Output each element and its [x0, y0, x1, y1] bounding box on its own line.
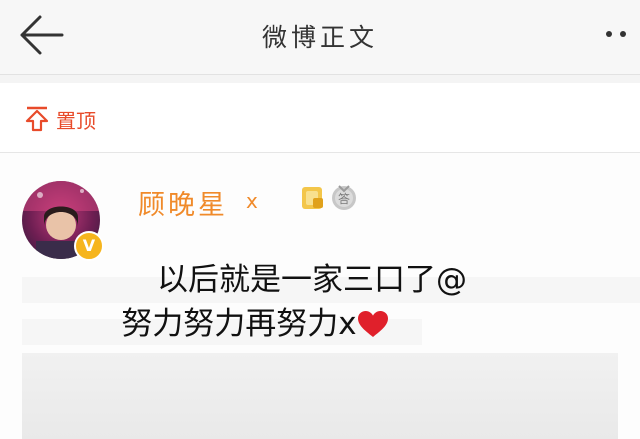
pin-top-icon: [25, 106, 49, 132]
level-badge-icon: [302, 187, 323, 209]
blurred-media: [22, 353, 618, 439]
more-dots-icon: [606, 31, 626, 37]
heart-icon: [357, 311, 388, 337]
member-badge-text: 答: [338, 191, 350, 206]
caption-line-2-text: 努力努力再努力x: [121, 306, 357, 342]
pinned-row: 置顶: [0, 84, 640, 153]
post-card: V 顾晚星 x 答 以后就是一家三口了@ 努力努力再努力x: [0, 153, 640, 439]
top-nav-bar: 微博正文: [0, 0, 640, 75]
member-badge-icon: 答: [332, 185, 356, 210]
username[interactable]: 顾晚星: [138, 183, 228, 222]
username-suffix: x: [246, 189, 258, 213]
page-title: 微博正文: [261, 23, 378, 52]
caption-line-2: 努力努力再努力x: [80, 298, 430, 343]
pinned-label: 置顶: [56, 109, 96, 133]
more-button[interactable]: [604, 24, 632, 44]
caption-line-1: 以后就是一家三口了@: [157, 262, 467, 298]
section-divider: [0, 75, 640, 83]
